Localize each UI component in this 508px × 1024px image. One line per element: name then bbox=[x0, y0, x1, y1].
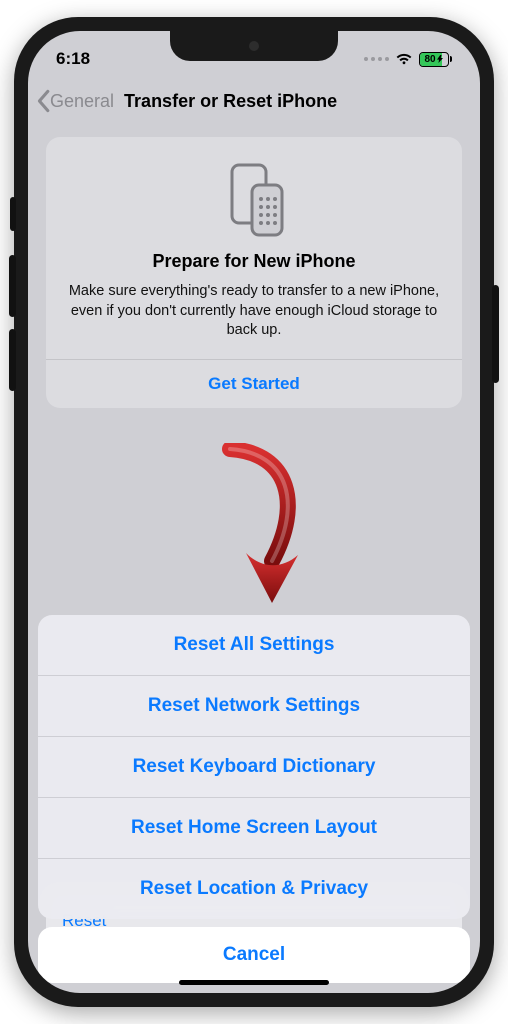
home-indicator[interactable] bbox=[179, 980, 329, 985]
wifi-icon bbox=[395, 52, 413, 66]
action-sheet: Reset All Settings Reset Network Setting… bbox=[28, 615, 480, 993]
prepare-card: Prepare for New iPhone Make sure everyth… bbox=[46, 137, 462, 408]
back-button[interactable]: General bbox=[34, 89, 114, 113]
page-title: Transfer or Reset iPhone bbox=[124, 91, 337, 112]
phone-frame: 6:18 80 bbox=[14, 17, 494, 1007]
back-label: General bbox=[50, 91, 114, 112]
volume-up-button[interactable] bbox=[9, 255, 16, 317]
recording-indicator-dots bbox=[364, 57, 389, 61]
cancel-button[interactable]: Cancel bbox=[38, 927, 470, 983]
prepare-heading: Prepare for New iPhone bbox=[64, 251, 444, 272]
mute-switch[interactable] bbox=[10, 197, 16, 231]
nav-bar: General Transfer or Reset iPhone bbox=[28, 79, 480, 123]
volume-down-button[interactable] bbox=[9, 329, 16, 391]
get-started-button[interactable]: Get Started bbox=[64, 360, 444, 408]
reset-location-privacy-option[interactable]: Reset Location & Privacy bbox=[38, 858, 470, 919]
battery-indicator: 80 bbox=[419, 52, 453, 67]
reset-home-screen-layout-option[interactable]: Reset Home Screen Layout bbox=[38, 797, 470, 858]
power-button[interactable] bbox=[492, 285, 499, 383]
notch bbox=[170, 31, 338, 61]
screen: 6:18 80 bbox=[28, 31, 480, 993]
status-time: 6:18 bbox=[56, 49, 90, 69]
reset-network-settings-option[interactable]: Reset Network Settings bbox=[38, 675, 470, 736]
devices-icon bbox=[218, 161, 290, 239]
reset-keyboard-dictionary-option[interactable]: Reset Keyboard Dictionary bbox=[38, 736, 470, 797]
reset-all-settings-option[interactable]: Reset All Settings bbox=[38, 615, 470, 675]
prepare-body: Make sure everything's ready to transfer… bbox=[64, 282, 444, 341]
